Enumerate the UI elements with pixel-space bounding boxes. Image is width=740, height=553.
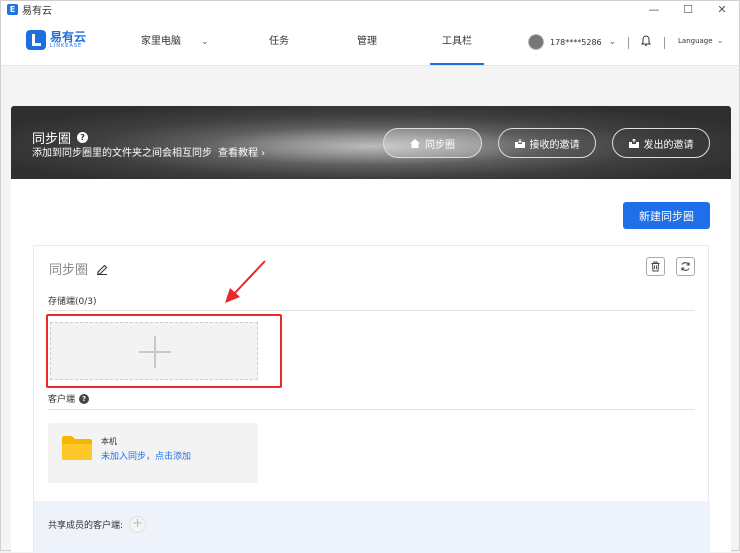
sync-circle-name-text: 同步圈 bbox=[49, 263, 89, 278]
chevron-down-icon: ⌄ bbox=[201, 37, 209, 47]
tutorial-link[interactable]: 查看教程 › bbox=[218, 148, 265, 159]
nav-manage[interactable]: 管理 bbox=[347, 18, 387, 65]
new-sync-circle-button[interactable]: 新建同步圈 bbox=[623, 202, 710, 229]
bell-icon[interactable] bbox=[641, 35, 651, 47]
user-phone: 178****5286 bbox=[550, 37, 602, 47]
tab-sent-invites-label: 发出的邀请 bbox=[643, 139, 694, 151]
refresh-icon bbox=[681, 262, 690, 271]
client-label-text: 客户端 bbox=[48, 395, 76, 405]
shared-members: 共享成员的客户端: + bbox=[48, 516, 147, 533]
delete-button[interactable] bbox=[646, 257, 665, 276]
divider bbox=[48, 310, 695, 311]
app-window: E 易有云 — ☐ ✕ 易有云 LINKEASE 家里电脑 ⌄ 任务 管理 工具栏… bbox=[0, 0, 740, 553]
logo-subname: LINKEASE bbox=[50, 43, 83, 49]
app-logo-icon: E bbox=[7, 4, 18, 15]
tab-received-invites-label: 接收的邀请 bbox=[529, 139, 580, 151]
chevron-down-icon: ⌄ bbox=[716, 36, 724, 45]
main-panel: 新建同步圈 同步圈 存储端(0/3) 客户端 ? 本机 未加入同步，点击添加 共… bbox=[11, 179, 731, 553]
sync-banner: 同步圈 ? 添加到同步圈里的文件夹之间会相互同步 查看教程 › 同步圈 接收的邀请… bbox=[11, 106, 731, 179]
add-client-link[interactable]: 未加入同步，点击添加 bbox=[101, 449, 191, 462]
shared-members-label: 共享成员的客户端: bbox=[48, 521, 124, 531]
title-bar: E 易有云 — ☐ ✕ bbox=[1, 1, 739, 18]
trash-icon bbox=[651, 261, 660, 272]
nav-home-pc-label: 家里电脑 bbox=[141, 36, 181, 47]
outbox-icon bbox=[628, 138, 639, 148]
minimize-button[interactable]: — bbox=[637, 1, 671, 18]
help-icon[interactable]: ? bbox=[77, 132, 89, 143]
banner-subtitle-text: 添加到同步圈里的文件夹之间会相互同步 bbox=[32, 148, 212, 159]
sync-circle-card: 同步圈 存储端(0/3) 客户端 ? 本机 未加入同步，点击添加 共享成员的客户… bbox=[33, 245, 710, 553]
tab-sync-circle[interactable]: 同步圈 bbox=[383, 128, 482, 158]
top-nav: 易有云 LINKEASE 家里电脑 ⌄ 任务 管理 工具栏 178****5286… bbox=[1, 18, 739, 66]
divider bbox=[48, 409, 695, 410]
maximize-button[interactable]: ☐ bbox=[671, 1, 705, 18]
nav-home-pc[interactable]: 家里电脑 ⌄ bbox=[141, 18, 221, 65]
language-selector[interactable]: Language ⌄ bbox=[678, 36, 723, 45]
highlight-box bbox=[46, 314, 282, 388]
inbox-icon bbox=[514, 138, 525, 148]
brand-logo[interactable]: 易有云 LINKEASE bbox=[26, 30, 86, 50]
user-menu[interactable]: 178****5286 ⌄ bbox=[528, 34, 616, 50]
divider bbox=[628, 37, 629, 49]
client-name: 本机 bbox=[101, 437, 117, 446]
edit-icon[interactable] bbox=[96, 263, 108, 275]
folder-icon bbox=[62, 436, 92, 460]
shared-members-bar: 共享成员的客户端: + bbox=[34, 501, 710, 553]
logo-name: 易有云 bbox=[50, 30, 87, 44]
chevron-down-icon: ⌄ bbox=[608, 37, 617, 47]
linkease-logo-icon bbox=[26, 30, 46, 50]
tab-sync-circle-label: 同步圈 bbox=[425, 139, 455, 151]
window-title: 易有云 bbox=[22, 6, 52, 17]
nav-tasks[interactable]: 任务 bbox=[259, 18, 299, 65]
avatar bbox=[528, 34, 544, 50]
client-label: 客户端 ? bbox=[48, 392, 90, 405]
close-button[interactable]: ✕ bbox=[705, 1, 739, 18]
divider bbox=[664, 37, 665, 49]
add-member-button[interactable]: + bbox=[129, 516, 147, 533]
help-icon[interactable]: ? bbox=[79, 393, 90, 404]
local-client-card[interactable]: 本机 未加入同步，点击添加 bbox=[48, 423, 258, 483]
language-label: Language bbox=[678, 37, 713, 45]
tab-received-invites[interactable]: 接收的邀请 bbox=[498, 128, 596, 158]
refresh-button[interactable] bbox=[676, 257, 695, 276]
storage-label: 存储端(0/3) bbox=[48, 297, 97, 307]
sync-circle-name: 同步圈 bbox=[49, 259, 108, 278]
window-controls: — ☐ ✕ bbox=[637, 1, 739, 18]
home-icon bbox=[410, 138, 420, 148]
nav-toolbar[interactable]: 工具栏 bbox=[430, 18, 484, 65]
banner-subtitle: 添加到同步圈里的文件夹之间会相互同步 查看教程 › bbox=[32, 144, 265, 159]
tab-sent-invites[interactable]: 发出的邀请 bbox=[612, 128, 710, 158]
